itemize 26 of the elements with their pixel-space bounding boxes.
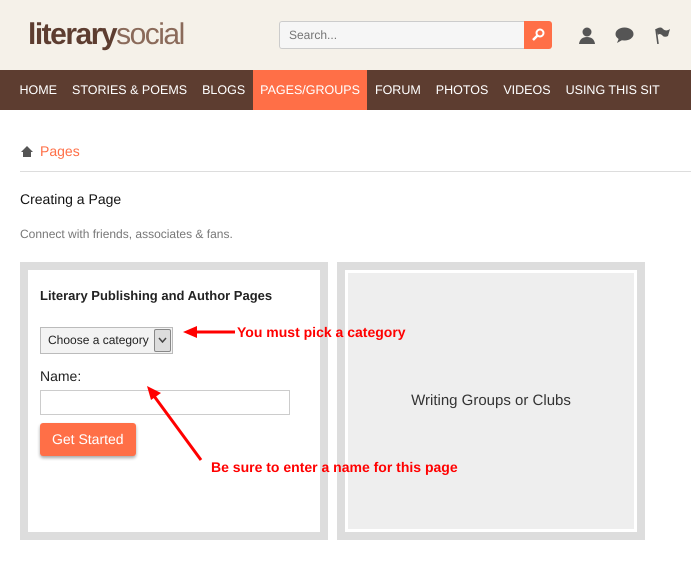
card-title: Literary Publishing and Author Pages	[40, 287, 274, 305]
nav-tab[interactable]: PHOTOS	[428, 70, 496, 110]
name-label: Name:	[40, 366, 82, 386]
annotation-text: Be sure to enter a name for this page	[211, 458, 458, 477]
page-subtitle: Connect with friends, associates & fans.	[20, 226, 234, 243]
card-title: Writing Groups or Clubs	[411, 390, 571, 411]
search-field[interactable]: Search...	[279, 21, 524, 49]
page-heading: Creating a Page	[20, 190, 122, 209]
nav-tab[interactable]: FORUM	[367, 70, 428, 110]
nav-tab[interactable]: VIDEOS	[496, 70, 558, 110]
chat-bubble-icon[interactable]	[615, 27, 634, 43]
home-icon[interactable]	[21, 146, 33, 156]
flag-icon[interactable]	[653, 26, 671, 44]
nav-tab[interactable]: HOME	[12, 70, 64, 110]
nav-tab[interactable]: BLOGS	[194, 70, 253, 110]
profile-icon[interactable]	[578, 26, 596, 44]
site-logo[interactable]: literarysocial	[28, 20, 184, 50]
search-button[interactable]	[524, 21, 552, 49]
annotation-text: You must pick a category	[237, 323, 406, 342]
nav-tab[interactable]: STORIES & POEMS	[64, 70, 195, 110]
name-field[interactable]	[40, 390, 290, 414]
arrow	[183, 325, 235, 339]
caret-icon	[158, 337, 167, 343]
nav-tab[interactable]: USING THIS SIT	[558, 70, 668, 110]
category-dropdown[interactable]: Choose a category	[40, 326, 173, 354]
search-icon	[531, 28, 545, 42]
